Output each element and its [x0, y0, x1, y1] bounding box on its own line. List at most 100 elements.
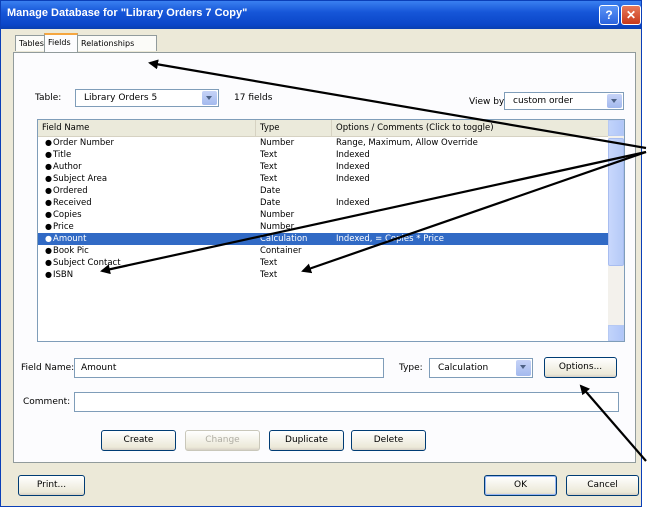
vertical-scrollbar[interactable]	[608, 120, 624, 341]
field-options-cell	[336, 257, 606, 269]
comment-label: Comment:	[23, 397, 71, 407]
table-row[interactable]: ● Book Pic Container	[38, 245, 608, 257]
field-options-cell	[336, 221, 606, 233]
field-type-cell: Text	[260, 150, 278, 160]
cancel-button[interactable]: Cancel	[566, 475, 639, 496]
table-row[interactable]: ● Copies Number	[38, 209, 608, 221]
table-select-value: Library Orders 5	[84, 93, 158, 103]
field-type-cell: Number	[260, 138, 295, 148]
view-by-value: custom order	[513, 96, 574, 106]
comment-input[interactable]	[74, 392, 619, 412]
chevron-down-icon[interactable]	[607, 94, 622, 108]
field-name-cell: Order Number	[53, 138, 115, 148]
table-select[interactable]: Library Orders 5	[75, 89, 219, 107]
field-name-cell: Title	[53, 150, 72, 160]
column-header-type[interactable]: Type	[256, 120, 332, 136]
bullet-icon: ●	[45, 198, 52, 207]
create-button[interactable]: Create	[101, 430, 176, 451]
field-count: 17 fields	[234, 93, 273, 103]
field-options-cell: Range, Maximum, Allow Override	[336, 138, 478, 148]
column-header-options[interactable]: Options / Comments (Click to toggle)	[332, 120, 608, 136]
field-type-cell: Text	[260, 174, 278, 184]
bullet-icon: ●	[45, 138, 52, 147]
table-row[interactable]: ● Author Text Indexed	[38, 161, 608, 173]
scroll-up-icon[interactable]	[608, 120, 624, 136]
title-bar[interactable]: Manage Database for "Library Orders 7 Co…	[1, 1, 641, 29]
table-row[interactable]: ● Ordered Date	[38, 185, 608, 197]
view-by-label: View by:	[469, 97, 507, 107]
field-name-cell: Author	[53, 162, 82, 172]
bullet-icon: ●	[45, 174, 52, 183]
chevron-down-icon[interactable]	[202, 91, 217, 105]
table-row[interactable]: ● Received Date Indexed	[38, 197, 608, 209]
tab-tables[interactable]: Tables	[15, 35, 45, 51]
chevron-down-icon[interactable]	[516, 360, 531, 376]
type-select[interactable]: Calculation	[429, 358, 533, 378]
field-options-cell	[336, 209, 606, 221]
field-type-cell: Number	[260, 210, 295, 220]
field-type-cell: Text	[260, 270, 278, 280]
bullet-icon: ●	[45, 162, 52, 171]
scroll-thumb[interactable]	[608, 138, 624, 266]
bullet-icon: ●	[45, 246, 52, 255]
scroll-down-icon[interactable]	[608, 325, 624, 341]
field-name-cell: Received	[53, 198, 92, 208]
field-options-cell: Indexed	[336, 162, 370, 172]
bullet-icon: ●	[45, 270, 52, 279]
duplicate-button[interactable]: Duplicate	[269, 430, 344, 451]
field-options-cell	[336, 269, 606, 281]
field-type-cell: Container	[260, 246, 302, 256]
table-row[interactable]: ● Order Number Number Range, Maximum, Allow…	[38, 137, 608, 149]
bullet-icon: ●	[45, 222, 52, 231]
field-options-cell	[336, 245, 606, 257]
field-options-cell: Indexed	[336, 150, 370, 160]
column-header-name[interactable]: Field Name	[38, 120, 256, 136]
tab-fields[interactable]: Fields	[44, 33, 78, 52]
type-label: Type:	[399, 363, 423, 373]
field-name-cell: Subject Contact	[53, 258, 121, 268]
field-type-cell: Text	[260, 162, 278, 172]
list-header: Field Name Type Options / Comments (Clic…	[38, 120, 608, 137]
table-row[interactable]: ● Subject Contact Text	[38, 257, 608, 269]
field-name-cell: Ordered	[53, 186, 88, 196]
field-options-cell: Indexed, = Copies * Price	[336, 234, 444, 244]
bullet-icon: ●	[45, 150, 52, 159]
fields-list[interactable]: Field Name Type Options / Comments (Clic…	[37, 119, 625, 342]
ok-button[interactable]: OK	[484, 475, 557, 496]
bullet-icon: ●	[45, 210, 52, 219]
field-name-input[interactable]: Amount	[74, 358, 384, 378]
bullet-icon: ●	[45, 234, 52, 243]
field-type-cell: Calculation	[260, 234, 308, 244]
manage-database-window: Manage Database for "Library Orders 7 Co…	[0, 0, 642, 507]
field-options-cell	[336, 185, 606, 197]
field-name-label: Field Name:	[21, 363, 75, 373]
help-button[interactable]: ?	[599, 5, 619, 25]
type-select-value: Calculation	[438, 363, 489, 373]
field-name-cell: Subject Area	[53, 174, 108, 184]
tab-relationships[interactable]: Relationships	[77, 35, 157, 51]
table-label: Table:	[35, 93, 62, 103]
table-row[interactable]: ● Title Text Indexed	[38, 149, 608, 161]
view-by-select[interactable]: custom order	[504, 92, 624, 110]
window-title: Manage Database for "Library Orders 7 Co…	[7, 7, 248, 19]
bullet-icon: ●	[45, 258, 52, 267]
print-button[interactable]: Print...	[18, 475, 85, 496]
field-type-cell: Date	[260, 186, 281, 196]
table-row[interactable]: ● Amount Calculation Indexed, = Copies * Pr…	[38, 233, 608, 245]
bullet-icon: ●	[45, 186, 52, 195]
table-row[interactable]: ● Subject Area Text Indexed	[38, 173, 608, 185]
field-type-cell: Number	[260, 222, 295, 232]
field-name-cell: Price	[53, 222, 74, 232]
close-button[interactable]: ✕	[621, 5, 641, 25]
field-name-cell: Book Pic	[53, 246, 89, 256]
options-button[interactable]: Options...	[544, 357, 617, 378]
field-name-cell: ISBN	[53, 270, 74, 280]
field-options-cell: Indexed	[336, 198, 370, 208]
field-name-cell: Amount	[53, 234, 87, 244]
delete-button[interactable]: Delete	[351, 430, 426, 451]
field-options-cell: Indexed	[336, 174, 370, 184]
table-row[interactable]: ● Price Number	[38, 221, 608, 233]
change-button[interactable]: Change	[185, 430, 260, 451]
field-name-cell: Copies	[53, 210, 82, 220]
table-row[interactable]: ● ISBN Text	[38, 269, 608, 281]
